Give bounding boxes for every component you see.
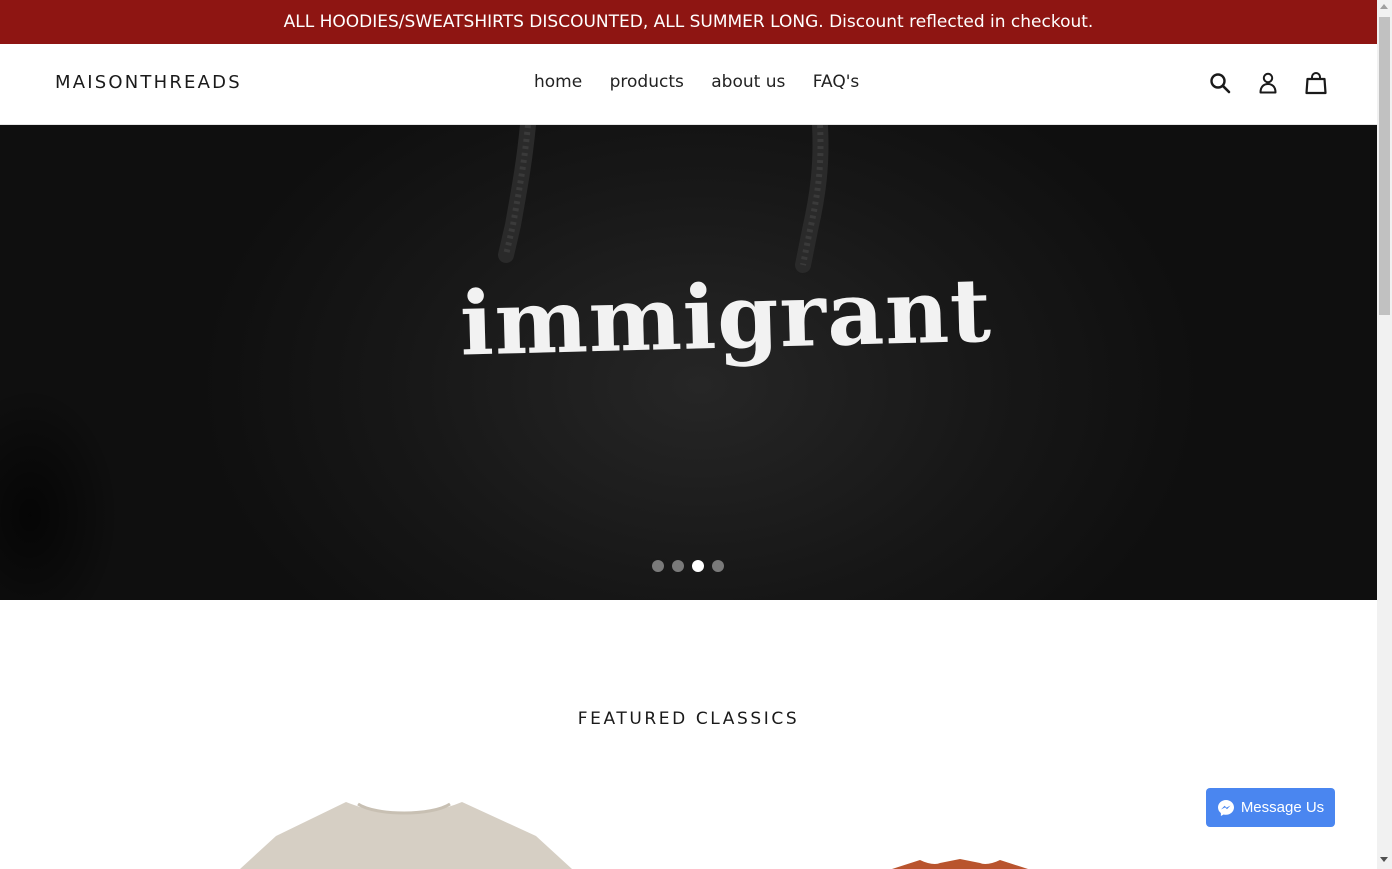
slide-dot-4[interactable]: [712, 560, 724, 572]
site-header: MAISONTHREADS home products about us FAQ…: [0, 44, 1377, 125]
slide-dots: [652, 560, 724, 572]
nav-home[interactable]: home: [534, 72, 582, 92]
messenger-icon: [1217, 799, 1234, 816]
product-image-tshirt-rust[interactable]: [880, 858, 1040, 869]
site-logo[interactable]: MAISONTHREADS: [55, 72, 242, 93]
featured-title: FEATURED CLASSICS: [577, 709, 800, 729]
slide-dot-3[interactable]: [692, 560, 704, 572]
announcement-text: ALL HOODIES/SWEATSHIRTS DISCOUNTED, ALL …: [283, 12, 1094, 32]
announcement-bar[interactable]: ALL HOODIES/SWEATSHIRTS DISCOUNTED, ALL …: [0, 0, 1377, 44]
page: ALL HOODIES/SWEATSHIRTS DISCOUNTED, ALL …: [0, 0, 1377, 869]
scroll-down-arrow-icon[interactable]: [1380, 857, 1388, 862]
product-image-tshirt-sand[interactable]: [236, 798, 576, 869]
scroll-thumb[interactable]: [1379, 17, 1390, 315]
message-us-label: Message Us: [1240, 799, 1325, 816]
message-us-button[interactable]: Message Us: [1206, 788, 1335, 827]
nav-about-us[interactable]: about us: [711, 72, 785, 92]
slide-dot-1[interactable]: [652, 560, 664, 572]
nav-products[interactable]: products: [610, 72, 684, 92]
search-icon[interactable]: [1207, 70, 1233, 96]
scroll-up-arrow-icon[interactable]: [1380, 4, 1388, 9]
hero-graphic-text: immigrant: [458, 257, 993, 376]
page-scrollbar[interactable]: [1377, 0, 1392, 869]
header-icons: [1207, 70, 1329, 96]
nav-faqs[interactable]: FAQ's: [813, 72, 859, 92]
hero-slideshow[interactable]: immigrant: [0, 125, 1377, 600]
slide-dot-2[interactable]: [672, 560, 684, 572]
cart-icon[interactable]: [1303, 70, 1329, 96]
account-icon[interactable]: [1255, 70, 1281, 96]
